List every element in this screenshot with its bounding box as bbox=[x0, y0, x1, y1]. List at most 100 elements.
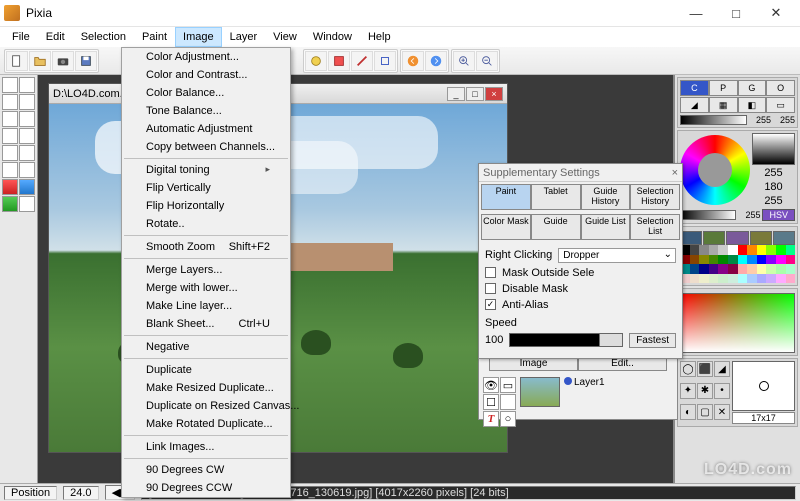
menuitem-digital-toning[interactable]: Digital toning bbox=[122, 161, 290, 179]
zoom-out-icon[interactable] bbox=[476, 51, 498, 71]
swatch[interactable] bbox=[786, 264, 796, 274]
tool-red-icon[interactable] bbox=[2, 179, 18, 195]
palette-thumb[interactable] bbox=[680, 231, 702, 245]
menu-view[interactable]: View bbox=[265, 27, 305, 47]
swatch[interactable] bbox=[776, 245, 786, 255]
swatch[interactable] bbox=[709, 274, 719, 284]
tool-fill-icon[interactable] bbox=[2, 145, 18, 161]
tool-line-icon[interactable] bbox=[2, 111, 18, 127]
tool-brush-icon[interactable] bbox=[2, 94, 18, 110]
swatch[interactable] bbox=[699, 255, 709, 265]
menuitem-rotate[interactable]: Rotate.. bbox=[122, 215, 290, 233]
menu-selection[interactable]: Selection bbox=[73, 27, 134, 47]
swatch[interactable] bbox=[709, 255, 719, 265]
brush-size-field[interactable]: 17x17 bbox=[732, 412, 795, 424]
rp-mode-icon-4[interactable]: ▭ bbox=[766, 97, 795, 113]
value-slider[interactable] bbox=[752, 133, 795, 165]
supp-close-button[interactable]: × bbox=[672, 167, 678, 179]
swatch[interactable] bbox=[690, 274, 700, 284]
menuitem-color-and-contrast[interactable]: Color and Contrast... bbox=[122, 66, 290, 84]
tool-ellipse-icon[interactable] bbox=[19, 128, 35, 144]
nav-forward-icon[interactable] bbox=[425, 51, 447, 71]
layer-tool-6-icon[interactable]: ○ bbox=[500, 411, 516, 427]
window-close-button[interactable]: ✕ bbox=[756, 1, 796, 25]
layer-tool-4-icon[interactable] bbox=[500, 394, 516, 410]
fastest-button[interactable]: Fastest bbox=[629, 333, 676, 348]
tool-magnet-icon[interactable] bbox=[19, 179, 35, 195]
right-click-dropdown[interactable]: Dropper bbox=[558, 248, 676, 263]
open-file-icon[interactable] bbox=[29, 51, 51, 71]
menuitem-flip-horizontally[interactable]: Flip Horizontally bbox=[122, 197, 290, 215]
tool-lasso-icon[interactable] bbox=[19, 162, 35, 178]
menuitem-smooth-zoom[interactable]: Smooth ZoomShift+F2 bbox=[122, 238, 290, 256]
checkbox-mask-outside-sele[interactable] bbox=[485, 267, 496, 278]
zoom-in-icon[interactable] bbox=[453, 51, 475, 71]
swatch[interactable] bbox=[776, 264, 786, 274]
swatch[interactable] bbox=[690, 245, 700, 255]
menuitem-negative[interactable]: Negative bbox=[122, 338, 290, 356]
swatch[interactable] bbox=[709, 245, 719, 255]
color-wheel[interactable] bbox=[680, 135, 750, 205]
supp-tab-tablet[interactable]: Tablet bbox=[531, 184, 581, 210]
palette-thumb[interactable] bbox=[750, 231, 772, 245]
menuitem-merge-with-lower[interactable]: Merge with lower... bbox=[122, 279, 290, 297]
menuitem-color-adjustment[interactable]: Color Adjustment... bbox=[122, 48, 290, 66]
swatch[interactable] bbox=[699, 245, 709, 255]
tool-icon-4[interactable] bbox=[374, 51, 396, 71]
brush-opt-5-icon[interactable]: ✱ bbox=[697, 383, 713, 399]
tool-pointer-icon[interactable] bbox=[2, 77, 18, 93]
menuitem-copy-between-channels[interactable]: Copy between Channels... bbox=[122, 138, 290, 156]
tool-icon-1[interactable] bbox=[305, 51, 327, 71]
supp-tab-guide-list[interactable]: Guide List bbox=[581, 214, 631, 240]
palette-thumb[interactable] bbox=[726, 231, 748, 245]
swatch[interactable] bbox=[747, 264, 757, 274]
swatch[interactable] bbox=[728, 245, 738, 255]
swatch[interactable] bbox=[718, 264, 728, 274]
tool-select-icon[interactable] bbox=[2, 162, 18, 178]
menuitem-merge-layers[interactable]: Merge Layers... bbox=[122, 261, 290, 279]
tool-hand-icon[interactable] bbox=[19, 77, 35, 93]
checkbox-disable-mask[interactable] bbox=[485, 283, 496, 294]
swatch[interactable] bbox=[738, 255, 748, 265]
window-minimize-button[interactable]: — bbox=[676, 1, 716, 25]
rp-mode-icon-2[interactable]: ▦ bbox=[709, 97, 738, 113]
menuitem-duplicate[interactable]: Duplicate bbox=[122, 361, 290, 379]
layer-tool-2-icon[interactable]: ▭ bbox=[500, 377, 516, 393]
menu-image[interactable]: Image bbox=[175, 27, 222, 47]
menu-help[interactable]: Help bbox=[360, 27, 399, 47]
hsv-slider[interactable] bbox=[680, 210, 736, 220]
menuitem-automatic-adjustment[interactable]: Automatic Adjustment bbox=[122, 120, 290, 138]
menuitem-duplicate-on-resized-canvas[interactable]: Duplicate on Resized Canvas... bbox=[122, 397, 290, 415]
swatch[interactable] bbox=[776, 274, 786, 284]
swatch[interactable] bbox=[757, 245, 767, 255]
doc-maximize-button[interactable]: □ bbox=[466, 87, 484, 101]
supp-tab-guide[interactable]: Guide bbox=[531, 214, 581, 240]
menu-window[interactable]: Window bbox=[305, 27, 360, 47]
cpgo-tab-p[interactable]: P bbox=[709, 80, 738, 96]
save-icon[interactable] bbox=[75, 51, 97, 71]
menuitem-blank-sheet[interactable]: Blank Sheet...Ctrl+U bbox=[122, 315, 290, 333]
layer-name[interactable]: Layer1 bbox=[574, 377, 605, 388]
cpgo-tab-c[interactable]: C bbox=[680, 80, 709, 96]
cpgo-tab-g[interactable]: G bbox=[738, 80, 767, 96]
layer-tool-eye-icon[interactable]: 👁 bbox=[483, 377, 499, 393]
menuitem-flip-vertically[interactable]: Flip Vertically bbox=[122, 179, 290, 197]
rp-mode-icon-3[interactable]: ◧ bbox=[738, 97, 767, 113]
palette-thumb[interactable] bbox=[773, 231, 795, 245]
menuitem-make-line-layer[interactable]: Make Line layer... bbox=[122, 297, 290, 315]
supp-tab-color-mask[interactable]: Color Mask bbox=[481, 214, 531, 240]
nav-back-icon[interactable] bbox=[402, 51, 424, 71]
supp-tab-selection-history[interactable]: Selection History bbox=[630, 184, 680, 210]
tool-rect-icon[interactable] bbox=[2, 128, 18, 144]
doc-close-button[interactable]: × bbox=[485, 87, 503, 101]
tool-green-icon[interactable] bbox=[2, 196, 18, 212]
layer-tool-3-icon[interactable]: ☐ bbox=[483, 394, 499, 410]
swatch[interactable] bbox=[718, 245, 728, 255]
menuitem-link-images[interactable]: Link Images... bbox=[122, 438, 290, 456]
swatch[interactable] bbox=[757, 264, 767, 274]
new-file-icon[interactable] bbox=[6, 51, 28, 71]
menu-file[interactable]: File bbox=[4, 27, 38, 47]
cpgo-tab-o[interactable]: O bbox=[766, 80, 795, 96]
window-maximize-button[interactable]: □ bbox=[716, 1, 756, 25]
brush-opt-3-icon[interactable]: ◢ bbox=[714, 361, 730, 377]
